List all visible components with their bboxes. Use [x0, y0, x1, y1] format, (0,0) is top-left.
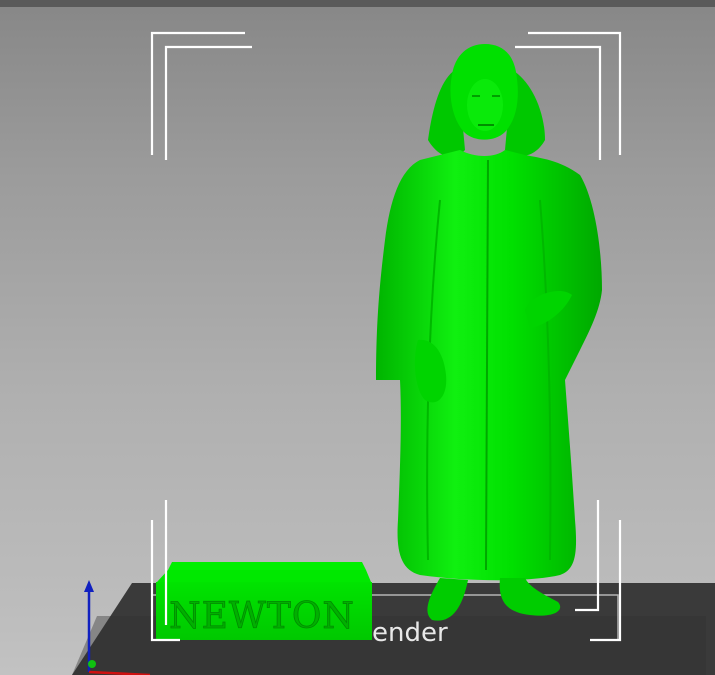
base-top-face: [157, 570, 371, 582]
y-axis-marker: [88, 660, 96, 668]
statue-robe: [376, 150, 602, 581]
newton-statue-object[interactable]: [376, 44, 602, 621]
3d-viewport[interactable]: ender ≈ NEWTON: [0, 0, 715, 675]
statue-face: [467, 79, 503, 131]
z-axis-arrow-icon: [84, 580, 94, 592]
base-top-step: [168, 562, 366, 570]
bed-logo-text: ender: [372, 618, 448, 648]
base-engraved-text: NEWTON: [169, 596, 355, 637]
newton-base-object[interactable]: NEWTON: [156, 562, 372, 640]
selection-corner-top-left-inner: [164, 45, 252, 160]
scene-canvas[interactable]: ender ≈ NEWTON: [0, 0, 715, 675]
